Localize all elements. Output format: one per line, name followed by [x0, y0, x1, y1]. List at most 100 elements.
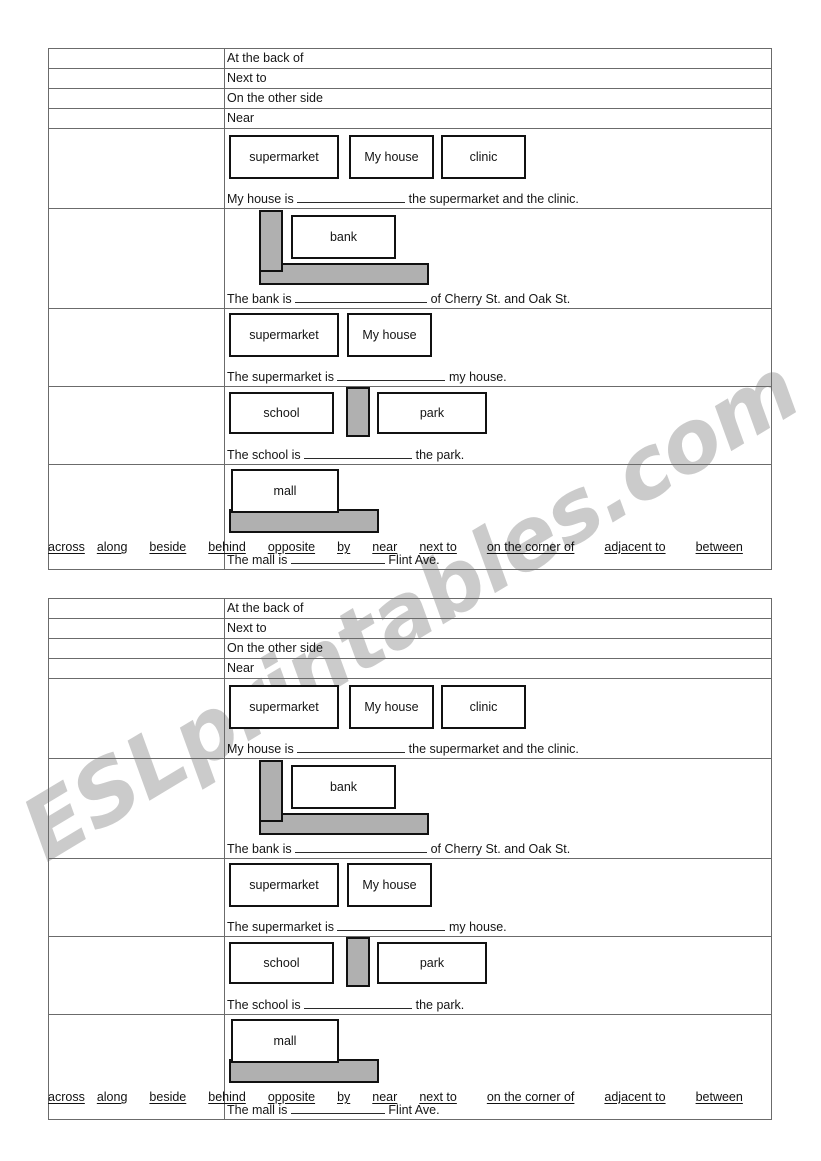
- sentence-suffix: of Cherry St. and Oak St.: [430, 842, 571, 856]
- place-box-supermarket: supermarket: [229, 863, 339, 907]
- place-box-park: park: [377, 942, 487, 984]
- word-bank-item[interactable]: by: [337, 1090, 350, 1104]
- sentence-prefix: The supermarket is: [227, 370, 334, 384]
- sentence-my-house: My house is the supermarket and the clin…: [225, 189, 771, 208]
- worksheet-block-2: At the back of Next to On the other side: [48, 598, 772, 1120]
- preposition-label: On the other side: [227, 91, 323, 105]
- place-label: supermarket: [249, 150, 319, 164]
- sentence-suffix: of Cherry St. and Oak St.: [430, 292, 571, 306]
- exercise-row-school: school park The school is the park.: [48, 386, 772, 465]
- place-box-bank: bank: [291, 765, 396, 809]
- answer-cell[interactable]: [48, 858, 225, 937]
- word-bank-item[interactable]: beside: [149, 1090, 186, 1104]
- answer-cell[interactable]: [48, 758, 225, 859]
- sentence-prefix: My house is: [227, 192, 294, 206]
- answer-cell[interactable]: [48, 936, 225, 1015]
- sentence-suffix: my house.: [448, 920, 507, 934]
- sentence-bank: The bank is of Cherry St. and Oak St.: [225, 289, 771, 308]
- preposition-label: At the back of: [227, 601, 304, 615]
- answer-cell[interactable]: [48, 48, 225, 69]
- answer-blank[interactable]: [337, 917, 446, 931]
- answer-cell[interactable]: [48, 678, 225, 759]
- place-box-supermarket: supermarket: [229, 313, 339, 357]
- word-bank-item[interactable]: across: [48, 1090, 85, 1104]
- diagram-supermarket: supermarket My house: [225, 309, 771, 367]
- answer-cell[interactable]: [48, 598, 225, 619]
- sentence-prefix: My house is: [227, 742, 294, 756]
- answer-blank[interactable]: [304, 995, 413, 1009]
- sentence-suffix: my house.: [448, 370, 507, 384]
- word-bank-item[interactable]: along: [97, 540, 128, 554]
- place-box-school: school: [229, 942, 334, 984]
- sentence-suffix: Flint Ave.: [388, 553, 440, 567]
- word-bank-item[interactable]: adjacent to: [604, 1090, 665, 1104]
- diagram-supermarket: supermarket My house: [225, 859, 771, 917]
- answer-cell[interactable]: [48, 128, 225, 209]
- answer-blank[interactable]: [304, 445, 413, 459]
- word-bank-item[interactable]: behind: [208, 540, 246, 554]
- exercise-row-bank: bank The bank is of Cherry St. and Oak S…: [48, 208, 772, 309]
- diagram-school: school park: [225, 937, 771, 995]
- place-label: My house: [364, 150, 419, 164]
- answer-cell[interactable]: [48, 638, 225, 659]
- answer-blank[interactable]: [295, 839, 428, 853]
- place-label: park: [419, 956, 445, 970]
- answer-cell[interactable]: [48, 208, 225, 309]
- street-horizontal-oak: [259, 263, 429, 285]
- word-bank-item[interactable]: next to: [419, 540, 457, 554]
- place-label: My house: [362, 328, 417, 342]
- word-bank-item[interactable]: between: [696, 1090, 743, 1104]
- place-box-my-house: My house: [349, 135, 434, 179]
- word-bank-item[interactable]: near: [372, 1090, 397, 1104]
- word-bank-item[interactable]: near: [372, 540, 397, 554]
- answer-blank[interactable]: [297, 739, 406, 753]
- word-bank-1: across along beside behind opposite by n…: [48, 540, 778, 554]
- word-bank-item[interactable]: adjacent to: [604, 540, 665, 554]
- answer-cell[interactable]: [48, 68, 225, 89]
- place-label: mall: [273, 1034, 297, 1048]
- place-box-my-house: My house: [347, 863, 432, 907]
- preposition-row: At the back of: [48, 48, 772, 69]
- sentence-bank: The bank is of Cherry St. and Oak St.: [225, 839, 771, 858]
- answer-cell[interactable]: [48, 658, 225, 679]
- word-bank-item[interactable]: on the corner of: [487, 1090, 575, 1104]
- exercise-row-my-house: supermarket My house clinic My house is: [48, 678, 772, 759]
- place-box-mall: mall: [231, 1019, 339, 1063]
- sentence-prefix: The bank is: [227, 292, 292, 306]
- sentence-prefix: The mall is: [227, 1103, 288, 1117]
- answer-blank[interactable]: [297, 189, 406, 203]
- place-box-mall: mall: [231, 469, 339, 513]
- preposition-label: Next to: [227, 621, 267, 635]
- answer-cell[interactable]: [48, 308, 225, 387]
- exercise-row-my-house: supermarket My house clinic My house is: [48, 128, 772, 209]
- place-label: clinic: [469, 700, 498, 714]
- answer-cell[interactable]: [48, 386, 225, 465]
- word-bank-item[interactable]: next to: [419, 1090, 457, 1104]
- word-bank-item[interactable]: between: [696, 540, 743, 554]
- answer-cell[interactable]: [48, 88, 225, 109]
- word-bank-item[interactable]: behind: [208, 1090, 246, 1104]
- place-label: school: [263, 956, 300, 970]
- word-bank-item[interactable]: on the corner of: [487, 540, 575, 554]
- place-box-bank: bank: [291, 215, 396, 259]
- answer-cell[interactable]: [48, 618, 225, 639]
- worksheet-page: ESLprintables.com At the back of Next to: [0, 0, 821, 1161]
- place-box-clinic: clinic: [441, 685, 526, 729]
- sentence-suffix: Flint Ave.: [388, 1103, 440, 1117]
- place-box-supermarket: supermarket: [229, 135, 339, 179]
- word-bank-item[interactable]: along: [97, 1090, 128, 1104]
- word-bank-item[interactable]: across: [48, 540, 85, 554]
- place-label: bank: [329, 780, 358, 794]
- word-bank-item[interactable]: beside: [149, 540, 186, 554]
- word-bank-item[interactable]: opposite: [268, 1090, 315, 1104]
- word-bank-item[interactable]: by: [337, 540, 350, 554]
- answer-blank[interactable]: [295, 289, 428, 303]
- answer-blank[interactable]: [337, 367, 446, 381]
- diagram-school: school park: [225, 387, 771, 445]
- word-bank-item[interactable]: opposite: [268, 540, 315, 554]
- diagram-my-house: supermarket My house clinic: [225, 679, 771, 739]
- preposition-label: Next to: [227, 71, 267, 85]
- place-label: My house: [362, 878, 417, 892]
- preposition-label: Near: [227, 111, 255, 125]
- answer-cell[interactable]: [48, 108, 225, 129]
